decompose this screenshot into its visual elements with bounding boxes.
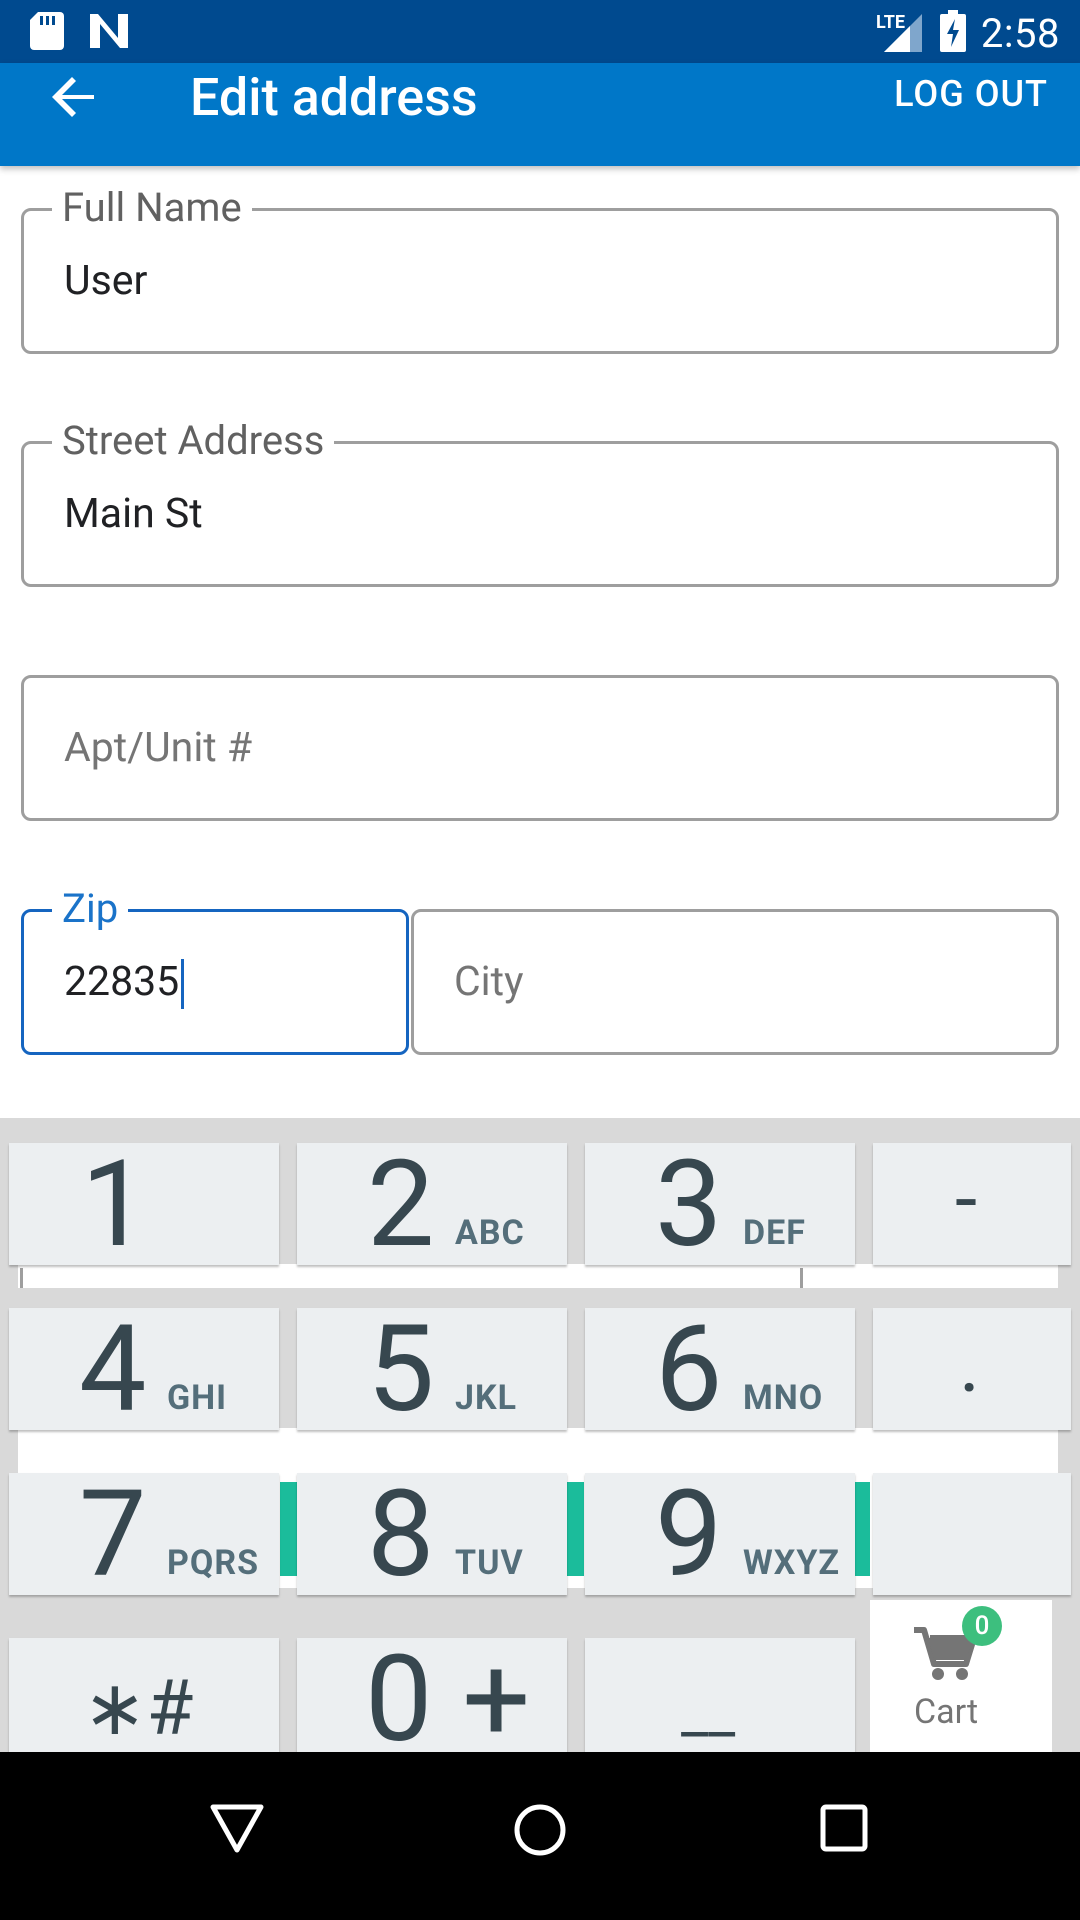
key-7[interactable]: 7 PQRS <box>9 1473 279 1595</box>
key-0-plus[interactable]: 0 + <box>297 1638 567 1760</box>
key-period[interactable]: . <box>873 1308 1071 1430</box>
key-9[interactable]: 9 WXYZ <box>585 1473 855 1595</box>
key-1[interactable]: 1 <box>9 1143 279 1265</box>
key-6[interactable]: 6 MNO <box>585 1308 855 1430</box>
underlying-border <box>20 1268 23 1288</box>
app-bar: Edit address LOG OUT <box>0 63 1080 166</box>
key-dash[interactable]: - <box>873 1143 1071 1265</box>
city-field[interactable]: City <box>411 909 1059 1055</box>
city-placeholder: City <box>454 958 524 1006</box>
recents-square-icon[interactable] <box>820 1804 868 1852</box>
clock: 2:58 <box>980 10 1060 57</box>
sd-card-icon <box>30 12 64 50</box>
key-8[interactable]: 8 TUV <box>297 1473 567 1595</box>
full-name-value: User <box>64 257 148 305</box>
cart-nav-item[interactable]: 0 Cart <box>870 1600 1052 1752</box>
full-name-label: Full Name <box>52 185 252 231</box>
key-star-hash[interactable]: ∗# <box>9 1638 279 1760</box>
apt-unit-placeholder: Apt/Unit # <box>64 724 253 772</box>
lte-signal-icon <box>884 14 922 52</box>
underlying-button <box>566 1482 584 1576</box>
arrow-left-icon[interactable] <box>50 73 98 121</box>
back-triangle-icon[interactable] <box>210 1804 264 1854</box>
key-blank[interactable] <box>873 1473 1071 1595</box>
cart-badge: 0 <box>962 1606 1002 1646</box>
status-bar: LTE 2:58 <box>0 0 1080 63</box>
text-cursor <box>181 959 185 1010</box>
key-3[interactable]: 3 DEF <box>585 1143 855 1265</box>
system-nav-bar <box>0 1752 1080 1920</box>
street-address-value: Main St <box>64 490 203 538</box>
underlying-button <box>280 1482 298 1576</box>
street-address-field[interactable]: Street Address Main St <box>21 418 1059 587</box>
cart-label: Cart <box>914 1692 979 1732</box>
key-4[interactable]: 4 GHI <box>9 1308 279 1430</box>
full-name-field[interactable]: Full Name User <box>21 185 1059 354</box>
logout-button[interactable]: LOG OUT <box>894 73 1048 115</box>
zip-label: Zip <box>52 886 129 932</box>
battery-charging-icon <box>940 10 966 52</box>
key-5[interactable]: 5 JKL <box>297 1308 567 1430</box>
n-notification-icon <box>90 14 128 48</box>
page-title: Edit address <box>190 67 478 128</box>
street-address-label: Street Address <box>52 418 335 464</box>
key-space[interactable]: __ <box>585 1638 855 1760</box>
zip-value: 22835 <box>64 958 180 1006</box>
underlying-content <box>18 1264 1058 1288</box>
apt-unit-field[interactable]: Apt/Unit # <box>21 675 1059 821</box>
underlying-border <box>800 1268 803 1288</box>
key-2[interactable]: 2 ABC <box>297 1143 567 1265</box>
zip-field[interactable]: Zip 22835 <box>21 886 409 1055</box>
home-circle-icon[interactable] <box>512 1802 568 1858</box>
